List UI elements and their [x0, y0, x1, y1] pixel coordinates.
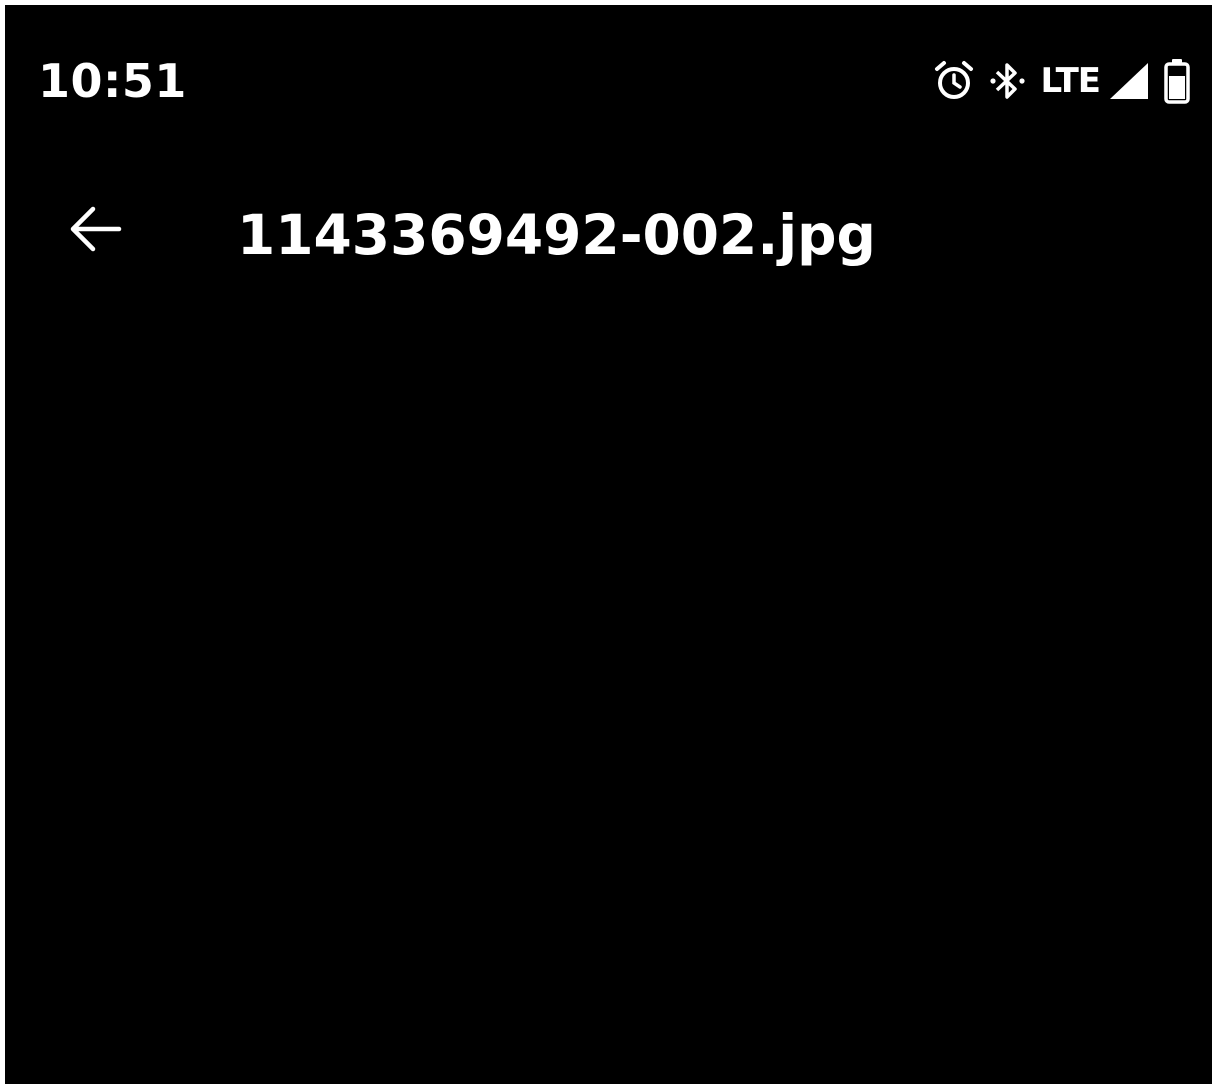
arrow-back-icon [65, 199, 125, 263]
alarm-icon [933, 60, 975, 102]
image-viewer-screen: 10:51 LTE 1143369492-002.jpg [5, 5, 1212, 1084]
status-clock: 10:51 [38, 54, 187, 108]
page-title: 1143369492-002.jpg [237, 203, 876, 267]
bluetooth-icon [989, 59, 1027, 103]
app-bar: 1143369492-002.jpg [5, 175, 1212, 295]
battery-icon [1164, 58, 1190, 104]
image-viewport[interactable] [5, 305, 1212, 1084]
status-icons: LTE [933, 57, 1190, 105]
back-button[interactable] [55, 191, 135, 271]
cellular-signal-icon [1108, 61, 1150, 101]
status-bar: 10:51 LTE [5, 5, 1212, 155]
network-type-label: LTE [1040, 61, 1101, 101]
